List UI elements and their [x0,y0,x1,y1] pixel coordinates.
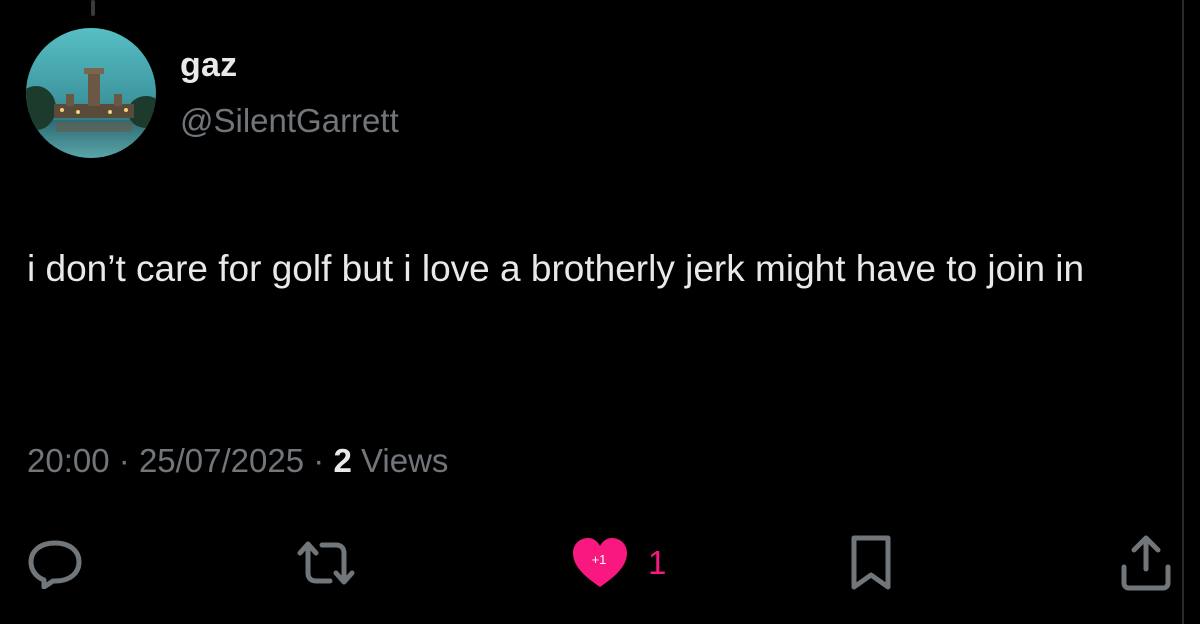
heart-icon: +1 [573,538,627,587]
tweet-date[interactable]: 25/07/2025 [139,442,304,479]
like-count[interactable]: 1 [648,544,666,582]
action-bar: +1 1 [0,528,1200,598]
bookmark-icon [851,535,891,590]
retweet-icon [297,541,355,585]
author-display-name[interactable]: gaz [180,46,237,85]
thread-connector-line [91,0,95,16]
bookmark-button[interactable] [846,528,896,598]
tweet-metadata: 20:00 · 25/07/2025 · 2 Views [27,442,448,480]
author-handle[interactable]: @SilentGarrett [180,102,399,140]
share-icon [1121,535,1171,591]
like-badge: +1 [592,552,607,567]
reply-icon [28,540,82,589]
views-count[interactable]: 2 [333,442,351,479]
share-button[interactable] [1118,528,1174,598]
retweet-button[interactable] [294,528,358,598]
avatar-photo-icon [26,28,156,158]
like-button[interactable]: +1 1 [570,528,666,598]
tweet-time[interactable]: 20:00 [27,442,110,479]
reply-button[interactable] [26,528,84,598]
views-label[interactable]: Views [361,442,448,479]
meta-separator: · [313,442,325,479]
tweet-text: i don’t care for golf but i love a broth… [27,248,1085,289]
avatar[interactable] [26,28,156,158]
meta-separator: · [118,442,130,479]
